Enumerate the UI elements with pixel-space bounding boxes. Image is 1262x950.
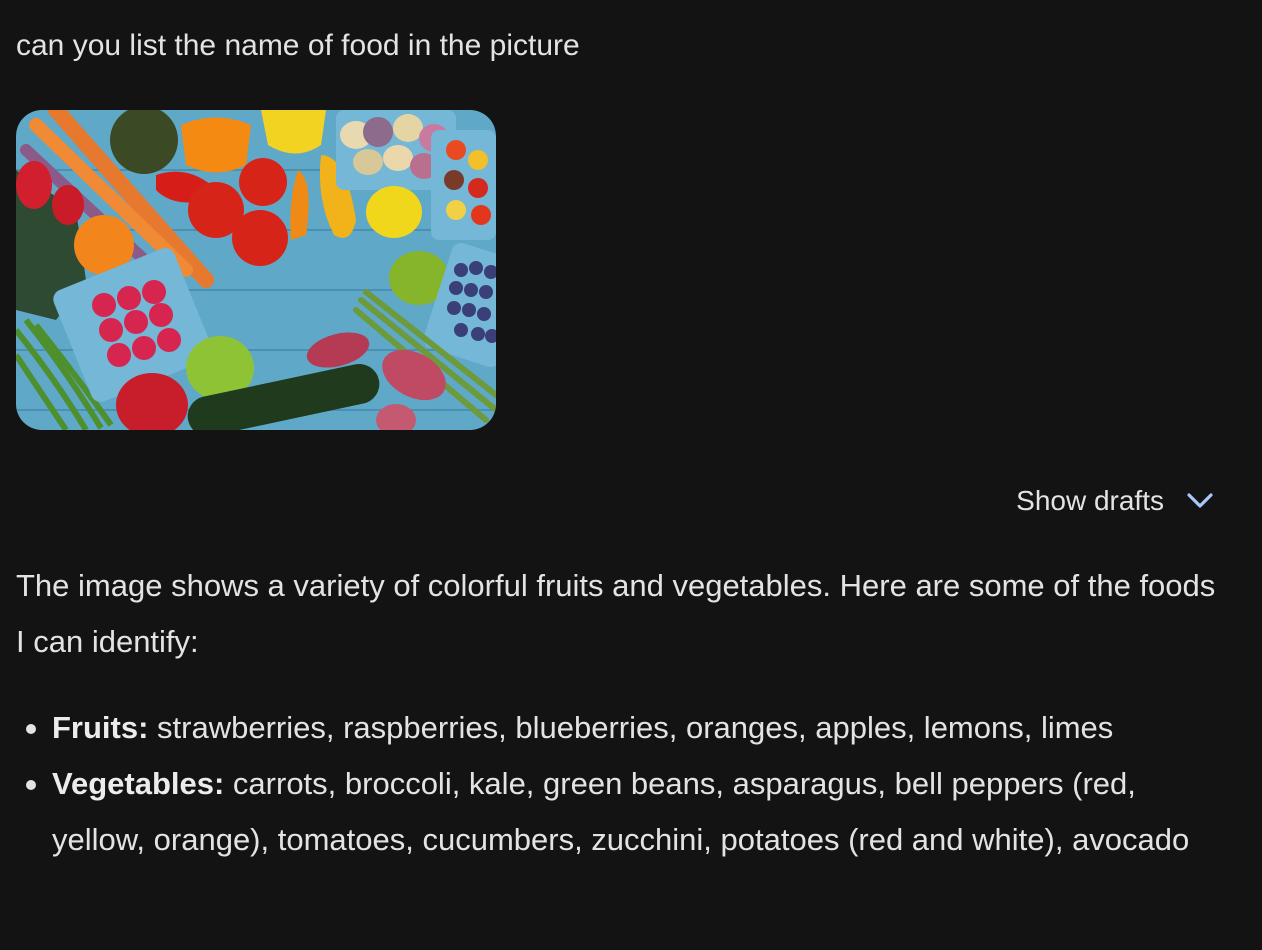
list-item-vegetables: Vegetables: carrots, broccoli, kale, gre… — [26, 756, 1226, 868]
attached-food-image[interactable] — [16, 110, 496, 430]
response-intro: The image shows a variety of colorful fr… — [16, 568, 1216, 659]
list-item-heading: Vegetables: — [52, 766, 225, 801]
show-drafts-button[interactable]: Show drafts — [1016, 480, 1216, 522]
chevron-down-icon — [1187, 493, 1213, 508]
chat-page: can you list the name of food in the pic… — [0, 0, 1262, 950]
user-prompt: can you list the name of food in the pic… — [16, 29, 580, 62]
lemon — [366, 186, 422, 238]
show-drafts-label: Show drafts — [1016, 485, 1164, 516]
list-item-fruits: Fruits: strawberries, raspberries, blueb… — [26, 700, 1226, 756]
model-response: The image shows a variety of colorful fr… — [16, 558, 1226, 868]
list-item-heading: Fruits: — [52, 710, 149, 745]
food-list: Fruits: strawberries, raspberries, blueb… — [16, 700, 1226, 868]
list-item-text: strawberries, raspberries, blueberries, … — [148, 710, 1114, 745]
